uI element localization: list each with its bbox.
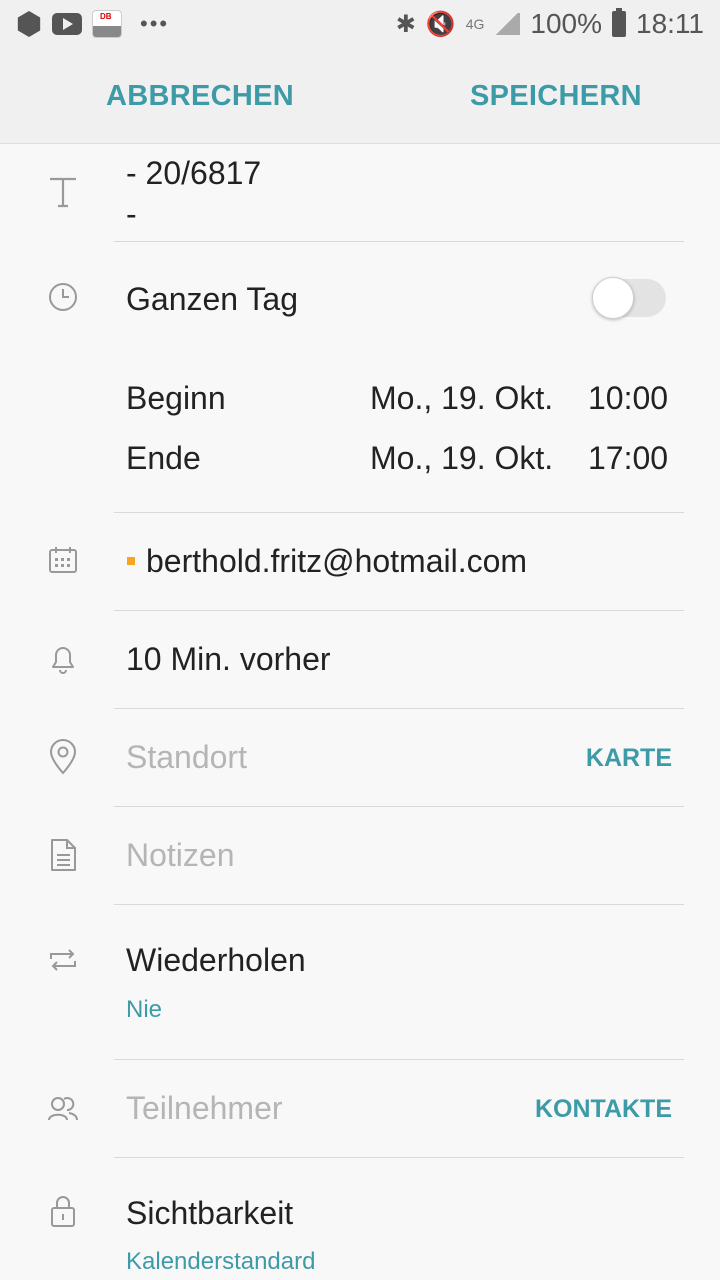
clock: 18:11 xyxy=(636,8,704,39)
start-time[interactable]: 10:00 xyxy=(588,380,668,417)
divider xyxy=(114,1059,684,1060)
mute-icon: 🔇 xyxy=(425,10,456,38)
notes-icon xyxy=(51,839,76,871)
signal-icon xyxy=(494,13,521,35)
battery-icon xyxy=(612,8,626,37)
repeat-label[interactable]: Wiederholen xyxy=(126,942,306,979)
title-field-line2[interactable]: - xyxy=(126,196,137,233)
end-time[interactable]: 17:00 xyxy=(588,440,668,477)
start-label: Beginn xyxy=(126,380,226,416)
divider xyxy=(114,806,684,807)
battery-percent: 100% xyxy=(530,8,602,39)
visibility-value[interactable]: Kalenderstandard xyxy=(126,1248,315,1276)
divider xyxy=(114,512,684,513)
repeat-value[interactable]: Nie xyxy=(126,996,162,1024)
repeat-icon xyxy=(50,949,76,971)
more-notifications-icon: ••• xyxy=(140,11,170,36)
end-label: Ende xyxy=(126,440,201,476)
title-field-line1[interactable]: - 20/6817 xyxy=(126,155,261,192)
start-date[interactable]: Mo., 19. Okt. xyxy=(370,380,553,417)
divider xyxy=(114,610,684,611)
allday-label: Ganzen Tag xyxy=(126,281,298,317)
lock-icon xyxy=(51,1196,75,1227)
divider xyxy=(114,241,684,242)
participants-input[interactable]: Teilnehmer xyxy=(126,1090,283,1127)
participants-icon xyxy=(48,1097,78,1121)
calendar-color-dot xyxy=(127,557,135,565)
bluetooth-icon: ✱ xyxy=(395,10,416,38)
youtube-icon xyxy=(52,13,82,35)
divider xyxy=(114,708,684,709)
toggle-knob xyxy=(592,277,634,319)
action-bar: ABBRECHEN SPEICHERN xyxy=(0,50,720,144)
bell-icon xyxy=(52,647,74,674)
visibility-label[interactable]: Sichtbarkeit xyxy=(126,1195,293,1232)
notes-input[interactable]: Notizen xyxy=(126,837,235,874)
allday-toggle[interactable] xyxy=(592,277,666,319)
status-bar: ••• ✱ 🔇 4G 100% 18:11 xyxy=(0,0,720,50)
contacts-button[interactable]: KONTAKTE xyxy=(535,1095,672,1124)
location-input[interactable]: Standort xyxy=(126,739,247,776)
end-date[interactable]: Mo., 19. Okt. xyxy=(370,440,553,477)
db-app-icon xyxy=(92,10,122,38)
clock-icon xyxy=(49,283,77,311)
network-type: 4G xyxy=(465,16,485,32)
location-pin-icon xyxy=(49,739,77,775)
divider xyxy=(114,1157,684,1158)
title-icon xyxy=(50,177,76,208)
app-notification-icon xyxy=(17,11,41,37)
reminder-value[interactable]: 10 Min. vorher xyxy=(126,641,331,678)
map-button[interactable]: KARTE xyxy=(586,744,672,773)
cancel-button[interactable]: ABBRECHEN xyxy=(106,80,294,113)
divider xyxy=(114,904,684,905)
calendar-icon xyxy=(49,547,77,573)
calendar-account[interactable]: berthold.fritz@hotmail.com xyxy=(146,543,527,580)
save-button[interactable]: SPEICHERN xyxy=(470,80,642,113)
